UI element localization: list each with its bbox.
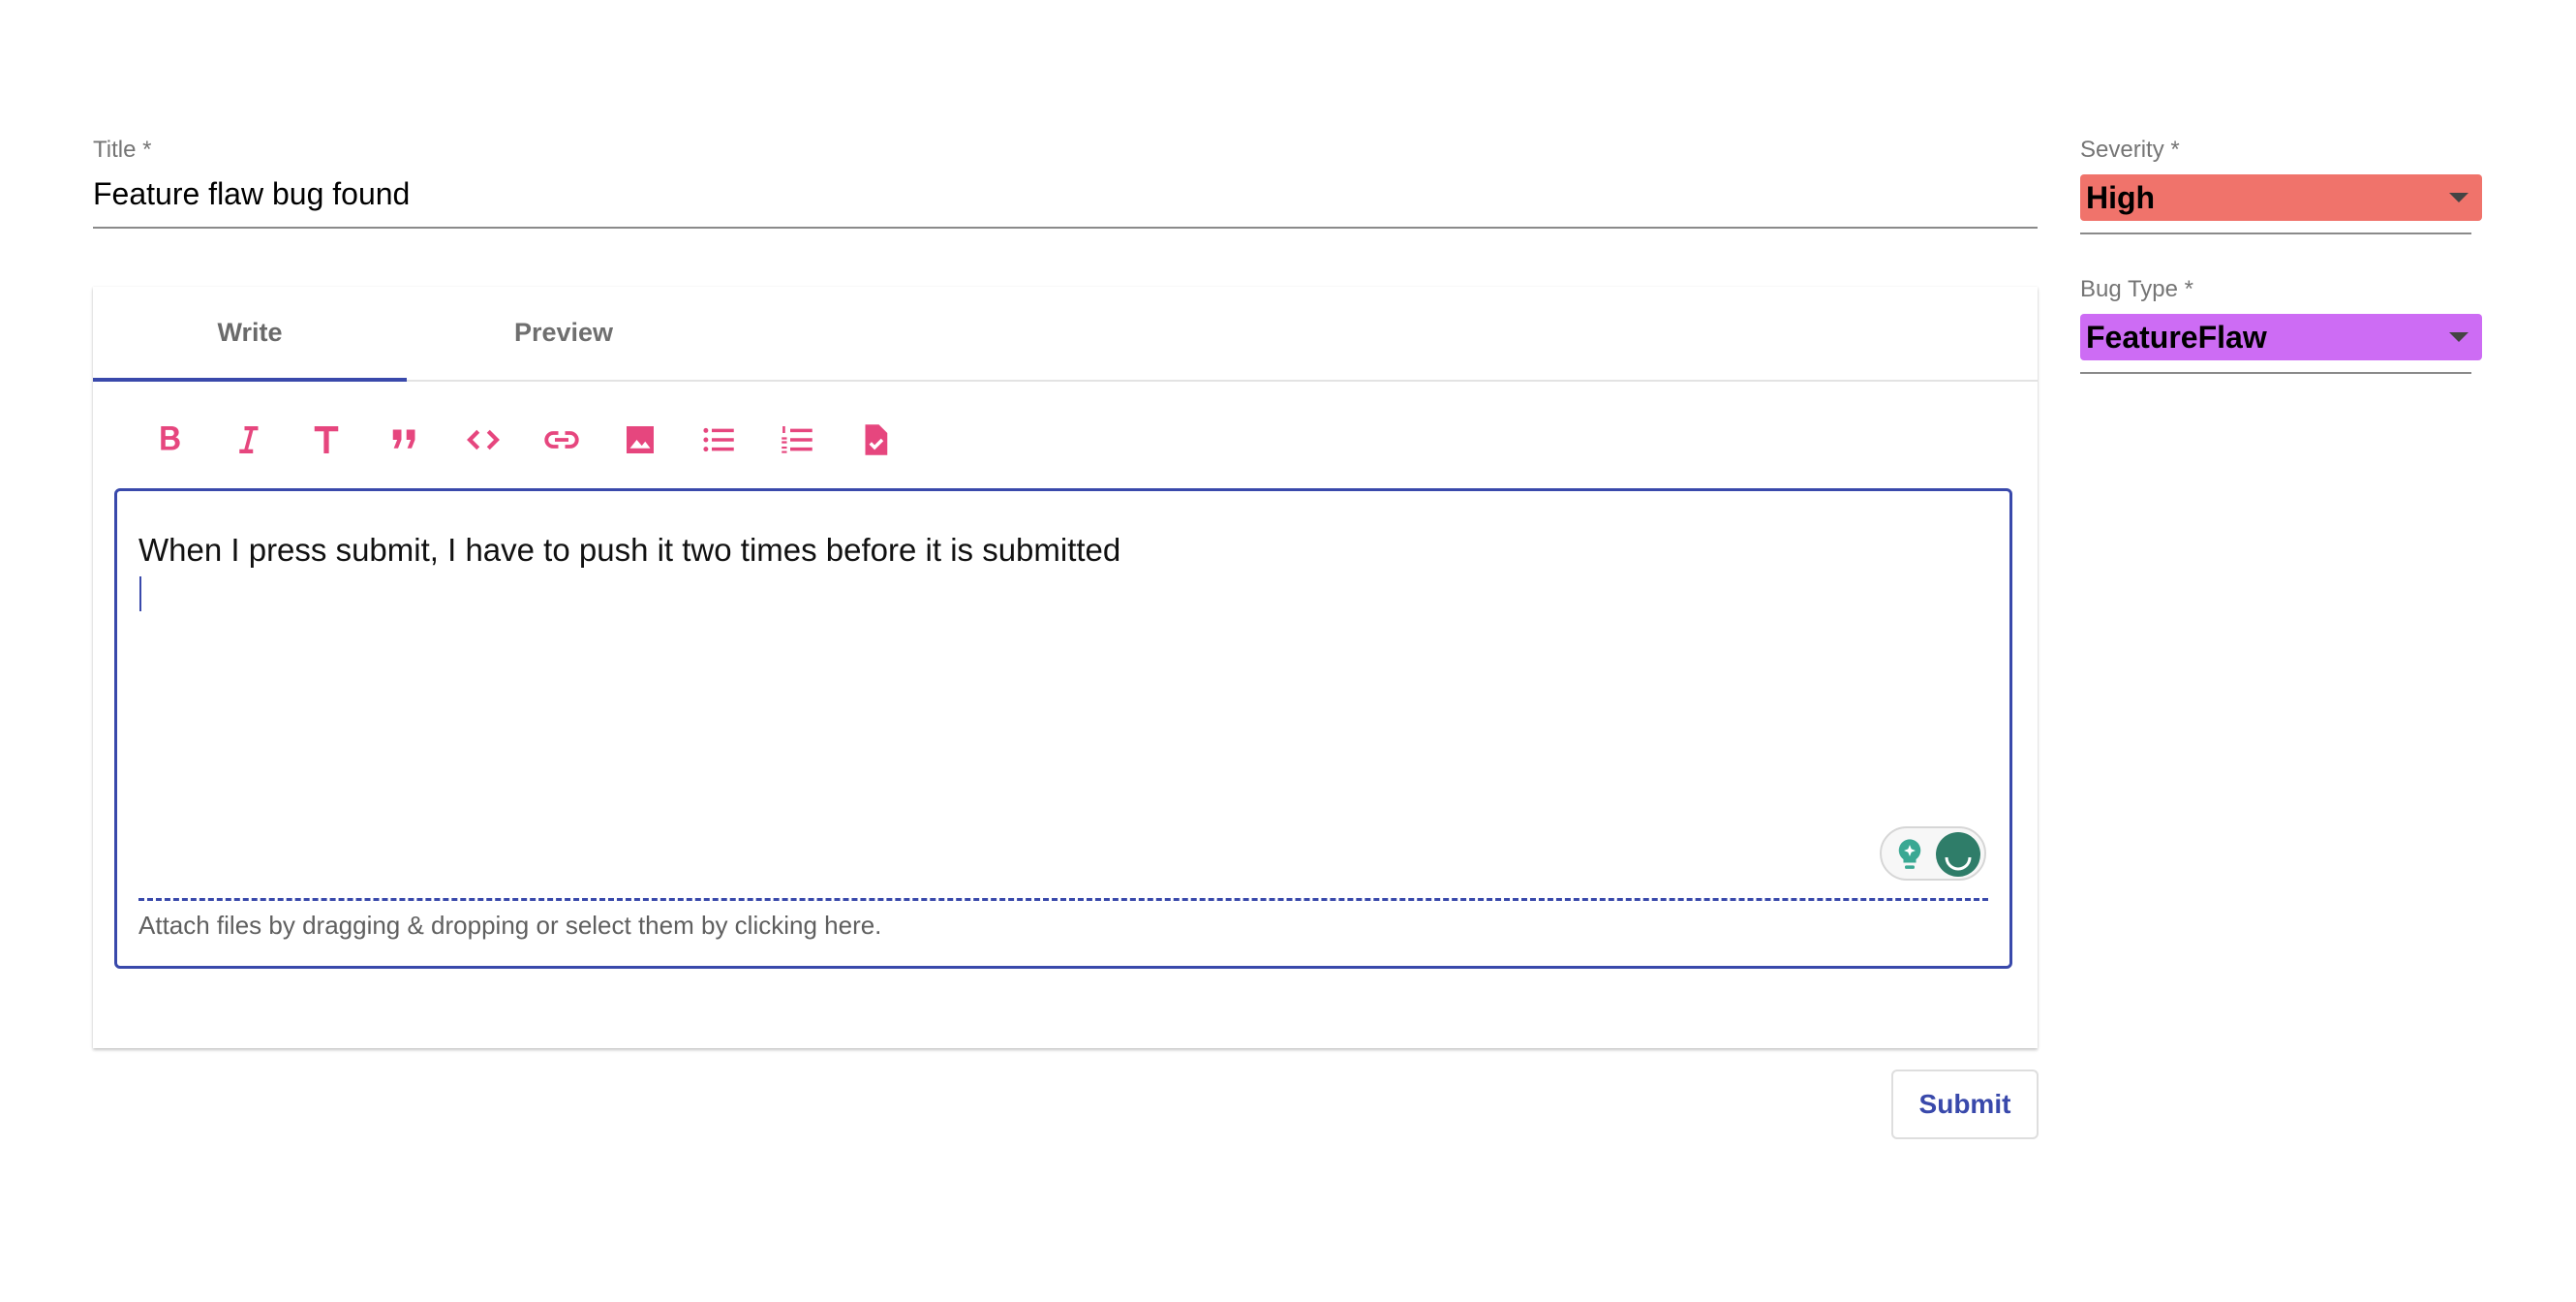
severity-value: High [2086,180,2156,215]
chevron-down-icon [2449,193,2469,202]
image-icon[interactable] [600,411,679,469]
editor-tabs: Write Preview [93,287,2038,382]
editor-content[interactable]: When I press submit, I have to push it t… [138,530,1120,571]
bug-type-value: FeatureFlaw [2086,320,2267,355]
checked-list-icon[interactable] [836,411,914,469]
editor-card: Write Preview When I press submit, I hav… [93,287,2038,1048]
bug-type-field: Bug Type * FeatureFlaw [2080,273,2482,374]
tab-preview[interactable]: Preview [407,287,721,380]
file-dropzone[interactable]: Attach files by dragging & dropping or s… [138,898,1988,940]
title-field[interactable]: Title * Feature flaw bug found [93,134,2038,229]
header-icon[interactable] [287,411,365,469]
severity-underline [2080,232,2471,234]
italic-icon[interactable] [208,411,287,469]
code-icon[interactable] [444,411,522,469]
title-input[interactable]: Feature flaw bug found [93,167,2038,229]
submit-button[interactable]: Submit [1891,1070,2039,1139]
bold-icon[interactable] [130,411,208,469]
markdown-toolbar [130,411,914,469]
title-label: Title * [93,137,152,163]
dropzone-label[interactable]: Attach files by dragging & dropping or s… [138,911,881,941]
chevron-down-icon [2449,332,2469,342]
quote-icon[interactable] [365,411,444,469]
severity-field: Severity * High [2080,134,2482,234]
ordered-list-icon[interactable] [757,411,836,469]
assistant-avatar-icon [1936,832,1980,877]
bug-type-select[interactable]: FeatureFlaw [2080,314,2482,360]
link-icon[interactable] [522,411,600,469]
lightbulb-icon [1898,839,1921,869]
writing-assistant-widget[interactable] [1880,826,1986,881]
severity-select[interactable]: High [2080,174,2482,221]
active-tab-indicator [93,378,407,382]
tab-write[interactable]: Write [93,287,407,380]
text-cursor [139,576,141,611]
unordered-list-icon[interactable] [679,411,757,469]
severity-label: Severity * [2080,137,2180,163]
markdown-editor[interactable]: When I press submit, I have to push it t… [114,488,2012,969]
bug-type-underline [2080,372,2471,374]
bug-type-label: Bug Type * [2080,276,2193,302]
